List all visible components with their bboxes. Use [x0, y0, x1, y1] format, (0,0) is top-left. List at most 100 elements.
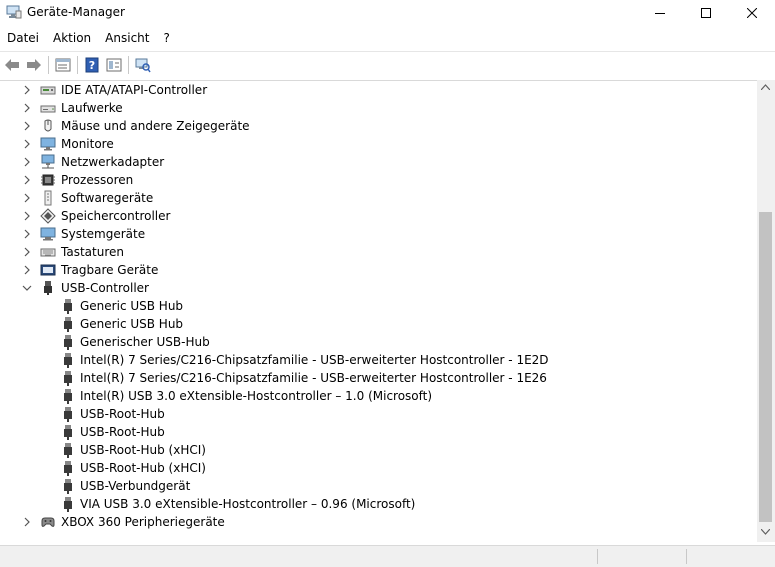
chevron-right-icon[interactable] — [22, 121, 32, 131]
chevron-right-icon[interactable] — [22, 229, 32, 239]
disk-drive-icon — [40, 105, 56, 113]
tree-device[interactable]: USB-Root-Hub — [0, 423, 757, 441]
usb-device-icon — [64, 389, 72, 404]
chevron-right-icon[interactable] — [22, 103, 32, 113]
status-separator — [686, 549, 687, 564]
tree-category[interactable]: Softwaregeräte — [0, 189, 757, 207]
usb-device-icon — [64, 299, 72, 314]
help-button[interactable]: ? — [82, 55, 102, 75]
device-label: Intel(R) USB 3.0 eXtensible-Hostcontroll… — [80, 389, 433, 403]
forward-button[interactable] — [24, 55, 44, 75]
tree-category[interactable]: Monitore — [0, 135, 757, 153]
chevron-right-icon[interactable] — [22, 139, 32, 149]
usb-device-icon — [64, 335, 72, 350]
tree-device[interactable]: USB-Verbundgerät — [0, 477, 757, 495]
mouse-icon — [44, 119, 52, 132]
toolbar-separator — [48, 56, 49, 74]
device-label: Generic USB Hub — [80, 299, 184, 313]
menu-ansicht[interactable]: Ansicht — [98, 31, 156, 45]
tree-category-usb-controller[interactable]: USB-Controller — [0, 279, 757, 297]
device-label: USB-Verbundgerät — [80, 479, 191, 493]
maximize-icon — [701, 8, 711, 18]
tree-device[interactable]: USB-Root-Hub (xHCI) — [0, 441, 757, 459]
tree-device[interactable]: USB-Root-Hub — [0, 405, 757, 423]
usb-device-icon — [64, 371, 72, 386]
usb-device-icon — [64, 425, 72, 440]
menu-bar: Datei Aktion Ansicht ? — [0, 28, 775, 48]
title-bar: Geräte-Manager — [0, 0, 775, 26]
chevron-right-icon[interactable] — [22, 265, 32, 275]
close-button[interactable] — [729, 0, 775, 26]
tree-category[interactable]: IDE ATA/ATAPI-Controller — [0, 81, 757, 99]
portable-device-icon — [40, 264, 56, 276]
toolbar: ? — [0, 51, 775, 78]
device-label: VIA USB 3.0 eXtensible-Hostcontroller – … — [80, 497, 416, 511]
tree-device[interactable]: Generic USB Hub — [0, 297, 757, 315]
tree-device[interactable]: Generic USB Hub — [0, 315, 757, 333]
properties-button[interactable] — [53, 55, 73, 75]
menu-help[interactable]: ? — [156, 31, 176, 45]
storage-controller-icon — [40, 208, 56, 224]
scan-hardware-button[interactable] — [133, 55, 153, 75]
tree-device[interactable]: Intel(R) 7 Series/C216-Chipsatzfamilie -… — [0, 369, 757, 387]
back-button[interactable] — [2, 55, 22, 75]
tree-device[interactable]: Intel(R) USB 3.0 eXtensible-Hostcontroll… — [0, 387, 757, 405]
chevron-right-icon[interactable] — [22, 85, 32, 95]
monitor-icon — [40, 137, 56, 151]
scroll-up-icon[interactable] — [761, 84, 770, 90]
chevron-right-icon[interactable] — [22, 193, 32, 203]
vertical-scrollbar[interactable] — [757, 80, 775, 542]
tree-category[interactable]: XBOX 360 Peripheriegeräte — [0, 513, 757, 531]
category-label: Laufwerke — [61, 101, 123, 115]
chevron-right-icon[interactable] — [22, 247, 32, 257]
view-icon — [106, 58, 122, 72]
category-label: Tragbare Geräte — [61, 263, 159, 277]
tree-device[interactable]: VIA USB 3.0 eXtensible-Hostcontroller – … — [0, 495, 757, 513]
chevron-right-icon[interactable] — [22, 175, 32, 185]
chevron-right-icon[interactable] — [22, 211, 32, 221]
tree-category[interactable]: Tragbare Geräte — [0, 261, 757, 279]
tree-category[interactable]: Laufwerke — [0, 99, 757, 117]
processor-icon — [41, 174, 55, 186]
tree-category[interactable]: Tastaturen — [0, 243, 757, 261]
chevron-down-icon[interactable] — [22, 283, 32, 293]
usb-device-icon — [64, 497, 72, 512]
device-label: USB-Root-Hub — [80, 407, 165, 421]
tree-category[interactable]: Mäuse und andere Zeigegeräte — [0, 117, 757, 135]
tree-category[interactable]: Systemgeräte — [0, 225, 757, 243]
window-title: Geräte-Manager — [27, 5, 125, 19]
scroll-down-icon[interactable] — [761, 529, 770, 535]
chevron-right-icon[interactable] — [22, 517, 32, 527]
menu-aktion[interactable]: Aktion — [46, 31, 98, 45]
usb-device-icon — [64, 407, 72, 422]
system-device-icon — [40, 227, 56, 241]
usb-device-icon — [64, 317, 72, 332]
tree-category[interactable]: Prozessoren — [0, 171, 757, 189]
category-label: XBOX 360 Peripheriegeräte — [61, 515, 225, 529]
help-icon: ? — [85, 57, 99, 73]
view-button[interactable] — [104, 55, 124, 75]
device-label: Generischer USB-Hub — [80, 335, 210, 349]
close-icon — [747, 8, 757, 18]
tree-device[interactable]: USB-Root-Hub (xHCI) — [0, 459, 757, 477]
tree-category[interactable]: Netzwerkadapter — [0, 153, 757, 171]
category-label: USB-Controller — [61, 281, 149, 295]
scrollbar-thumb[interactable] — [759, 212, 772, 522]
keyboard-icon — [40, 248, 56, 257]
forward-arrow-icon — [27, 59, 41, 71]
usb-device-icon — [64, 461, 72, 476]
svg-text:?: ? — [89, 59, 95, 72]
menu-datei[interactable]: Datei — [0, 31, 46, 45]
category-label: Tastaturen — [61, 245, 124, 259]
chevron-right-icon[interactable] — [22, 157, 32, 167]
category-label: Mäuse und andere Zeigegeräte — [61, 119, 250, 133]
tree-device[interactable]: Generischer USB-Hub — [0, 333, 757, 351]
usb-device-icon — [64, 479, 72, 494]
maximize-button[interactable] — [683, 0, 729, 26]
tree-device[interactable]: Intel(R) 7 Series/C216-Chipsatzfamilie -… — [0, 351, 757, 369]
minimize-button[interactable] — [637, 0, 683, 26]
network-adapter-icon — [41, 154, 55, 169]
device-manager-icon — [6, 5, 22, 19]
tree-category[interactable]: Speichercontroller — [0, 207, 757, 225]
device-label: Generic USB Hub — [80, 317, 184, 331]
